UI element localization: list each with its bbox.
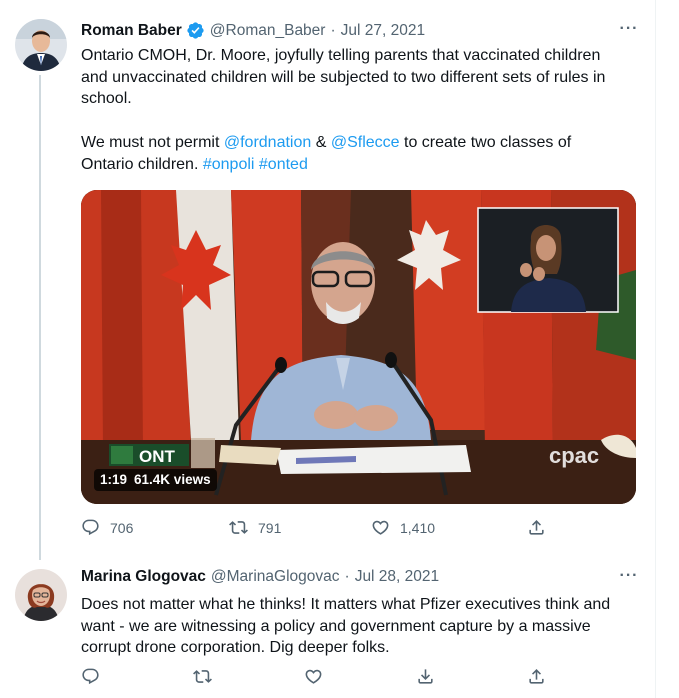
text-line: school. [81,90,132,108]
tweet-roman-baber[interactable]: Roman Baber @Roman_Baber · Jul 27, 2021 … [0,0,655,560]
text-line: Does not matter what he thinks! It matte… [81,596,611,613]
text-fragment: to create two classes of [399,133,572,151]
text-line: want - we are witnessing a policy and go… [81,617,591,635]
text-line: We must not permit @fordnation & @Sflecc… [81,132,651,154]
tweet-actions [81,667,551,691]
like-icon [305,669,322,684]
reply-button[interactable]: 706 [81,518,133,537]
share-button[interactable] [527,518,546,537]
ont-logo: ONT [139,447,176,466]
tweet-text: Does not matter what he thinks! It matte… [81,594,651,659]
text-line: Ontario CMOH, Dr. Moore, joyfully tellin… [81,47,601,64]
like-icon [372,520,389,535]
video-duration: 1:19 [100,472,128,487]
author-handle[interactable]: @Roman_Baber [210,22,326,40]
author-name[interactable]: Roman Baber [81,22,182,40]
tweet-actions: 706 791 1,410 [81,518,551,542]
separator-dot: · [330,21,336,39]
cpac-watermark: cpac [549,443,599,468]
hashtag-onpoli[interactable]: #onpoli [203,156,255,173]
reply-icon [82,668,99,685]
mention-sflecce[interactable]: @Sflecce [331,134,400,151]
upload-button[interactable] [416,667,435,686]
retweet-button[interactable] [193,667,212,686]
avatar[interactable] [15,569,67,621]
text-fragment: & [311,133,331,151]
verified-badge-icon [187,22,204,39]
text-line: Ontario children. #onpoli #onted [81,154,651,176]
share-icon [529,520,544,535]
text-line: corrupt drone corporation. Dig deeper fo… [81,639,390,657]
separator-dot: · [344,568,350,585]
video-badge: 1:19 61.4K views [94,469,217,491]
text-line: and unvaccinated children will be subjec… [81,68,606,86]
reply-icon [82,519,99,536]
mention-fordnation[interactable]: @fordnation [224,134,311,151]
retweet-count: 791 [258,519,282,536]
author-handle[interactable]: @MarinaGlogovac [211,568,340,586]
timeline-border [655,0,656,698]
like-count: 1,410 [400,519,436,536]
retweet-icon [193,670,212,683]
more-icon[interactable]: ··· [617,21,641,42]
text-fragment: Ontario children. [81,155,203,173]
retweet-button[interactable]: 791 [229,518,281,537]
tweet-marina-glogovac[interactable]: Marina Glogovac @MarinaGlogovac · Jul 28… [0,560,655,698]
like-button[interactable] [304,667,323,686]
more-icon[interactable]: ··· [617,568,641,589]
reply-count: 706 [110,519,134,536]
avatar[interactable] [15,19,67,71]
share-button[interactable] [527,667,546,686]
thread-line [39,75,41,560]
upload-icon [418,669,433,684]
tweet-text: Ontario CMOH, Dr. Moore, joyfully tellin… [81,45,651,175]
reply-button[interactable] [81,667,100,686]
video-views: 61.4K views [134,472,211,487]
share-icon [529,669,544,684]
text-fragment: We must not permit [81,133,224,151]
tweet-header: Roman Baber @Roman_Baber · Jul 27, 2021 [81,21,425,40]
tweet-header: Marina Glogovac @MarinaGlogovac · Jul 28… [81,568,439,586]
retweet-icon [229,521,248,534]
video-player[interactable]: cpac ONT [81,190,636,504]
author-name[interactable]: Marina Glogovac [81,568,206,586]
hashtag-onted[interactable]: #onted [259,156,308,173]
like-button[interactable]: 1,410 [371,518,435,537]
tweet-date[interactable]: Jul 28, 2021 [355,568,439,586]
tweet-date[interactable]: Jul 27, 2021 [341,22,425,40]
